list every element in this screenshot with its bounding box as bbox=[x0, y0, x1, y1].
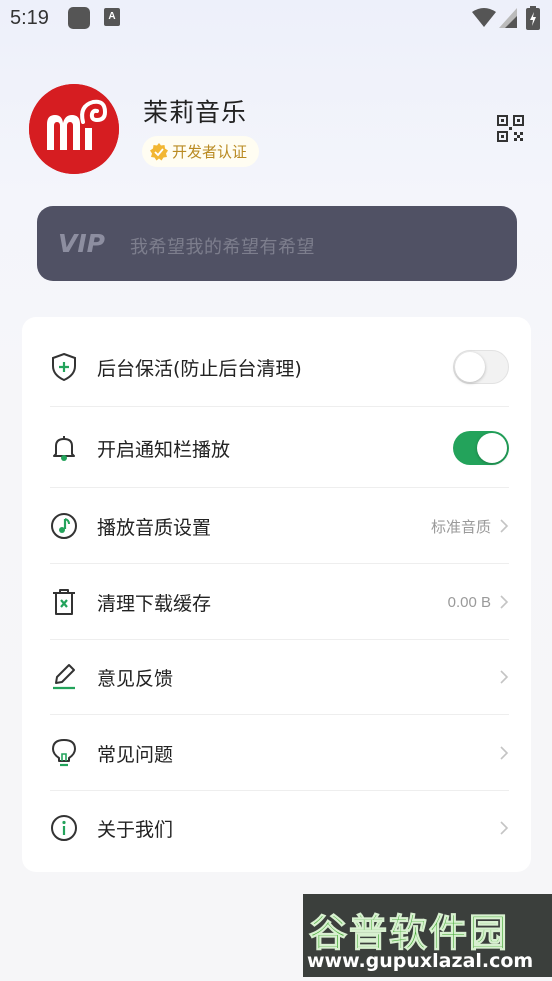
divider bbox=[50, 790, 509, 791]
status-time: 5:19 bbox=[10, 7, 49, 29]
divider bbox=[50, 563, 509, 564]
chevron-right-icon bbox=[500, 821, 509, 835]
setting-label: 后台保活(防止后台清理) bbox=[97, 357, 302, 380]
watermark: 谷普软件园 www.gupuxlazal.com bbox=[303, 894, 552, 977]
app-name: 茉莉音乐 bbox=[143, 98, 248, 127]
vip-logo: VIP bbox=[58, 229, 105, 258]
setting-notification-playback[interactable]: 开启通知栏播放 bbox=[50, 428, 509, 468]
notification-playback-toggle[interactable] bbox=[453, 431, 509, 465]
verified-badge-icon bbox=[150, 142, 168, 160]
setting-about[interactable]: 关于我们 bbox=[50, 808, 509, 848]
setting-feedback[interactable]: 意见反馈 bbox=[50, 657, 509, 697]
setting-label: 清理下载缓存 bbox=[97, 592, 212, 615]
chevron-right-icon bbox=[500, 519, 509, 533]
bulb-icon bbox=[50, 739, 78, 767]
keep-alive-toggle[interactable] bbox=[453, 350, 509, 384]
watermark-title: 谷普软件园 bbox=[308, 911, 510, 956]
toggle-knob bbox=[455, 352, 485, 382]
pen-icon bbox=[50, 663, 78, 691]
shield-plus-icon bbox=[50, 353, 78, 381]
status-bar: 5:19 A bbox=[0, 0, 552, 38]
audio-quality-value: 标准音质 bbox=[430, 518, 491, 536]
divider bbox=[50, 406, 509, 407]
wifi-icon bbox=[472, 8, 496, 27]
chevron-right-icon bbox=[500, 746, 509, 760]
setting-label: 播放音质设置 bbox=[97, 516, 212, 539]
trash-icon bbox=[50, 588, 78, 616]
music-note-icon bbox=[50, 512, 78, 540]
settings-card: 后台保活(防止后台清理) 开启通知栏播放 播放音质设置 标准音质 清理下载缓存 … bbox=[22, 317, 531, 872]
notification-app-icon bbox=[68, 7, 90, 29]
developer-badge-label: 开发者认证 bbox=[172, 143, 248, 161]
setting-faq[interactable]: 常见问题 bbox=[50, 733, 509, 773]
divider bbox=[50, 487, 509, 488]
setting-clear-cache[interactable]: 清理下载缓存 0.00 B bbox=[50, 582, 509, 622]
bell-icon bbox=[50, 434, 78, 462]
setting-label: 意见反馈 bbox=[97, 667, 174, 690]
setting-label: 常见问题 bbox=[97, 743, 174, 766]
watermark-url: www.gupuxlazal.com bbox=[307, 950, 534, 972]
vip-card[interactable]: VIP 我希望我的希望有希望 bbox=[37, 206, 517, 281]
chevron-right-icon bbox=[500, 595, 509, 609]
setting-label: 开启通知栏播放 bbox=[97, 438, 231, 461]
setting-audio-quality[interactable]: 播放音质设置 标准音质 bbox=[50, 506, 509, 546]
chevron-right-icon bbox=[500, 670, 509, 684]
divider bbox=[50, 714, 509, 715]
cache-size-value: 0.00 B bbox=[447, 593, 491, 611]
setting-label: 关于我们 bbox=[97, 818, 174, 841]
divider bbox=[50, 639, 509, 640]
developer-badge[interactable]: 开发者认证 bbox=[142, 136, 260, 167]
toggle-knob bbox=[477, 433, 507, 463]
signal-icon bbox=[499, 8, 517, 28]
app-logo-avatar[interactable] bbox=[29, 84, 119, 174]
notification-keyboard-icon: A bbox=[104, 8, 120, 26]
vip-slogan: 我希望我的希望有希望 bbox=[130, 237, 315, 258]
jasmine-logo-icon bbox=[29, 84, 119, 174]
svg-text:VIP: VIP bbox=[58, 229, 105, 258]
battery-icon bbox=[526, 6, 540, 30]
info-icon bbox=[50, 814, 78, 842]
setting-keep-alive[interactable]: 后台保活(防止后台清理) bbox=[50, 347, 509, 387]
qr-code-icon[interactable] bbox=[497, 115, 524, 142]
